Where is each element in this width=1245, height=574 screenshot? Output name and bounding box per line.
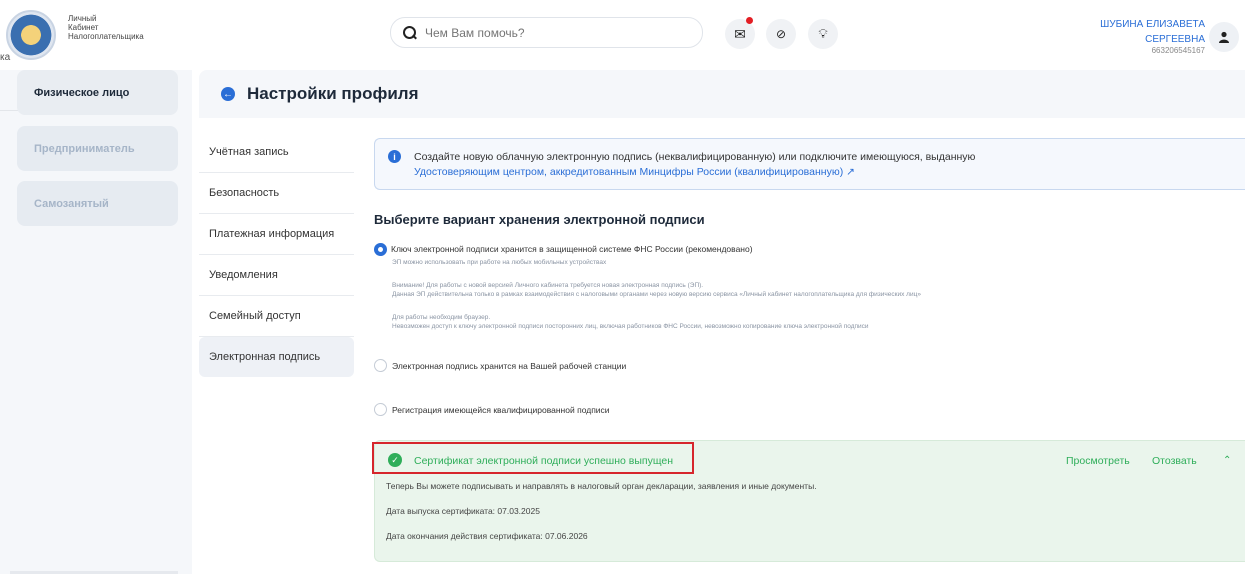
role-individual[interactable]: Физическое лицо (17, 70, 178, 115)
external-link-icon[interactable]: ↗ (846, 166, 855, 178)
menu-item-label: Семейный доступ (209, 310, 301, 322)
page-header: ← Настройки профиля (199, 70, 1245, 118)
role-label: Физическое лицо (34, 86, 130, 99)
messages-button[interactable]: ✉ (725, 17, 755, 49)
settings-menu: Учётная запись Безопасность Платежная ин… (199, 132, 354, 377)
certificate-expiry-date: Дата окончания действия сертификата: 07.… (386, 531, 588, 541)
certificate-description: Теперь Вы можете подписывать и направлят… (386, 481, 817, 491)
menu-item-security[interactable]: Безопасность (199, 173, 354, 214)
certificate-issue-date: Дата выпуска сертификата: 07.03.2025 (386, 506, 540, 516)
menu-item-notifications[interactable]: Уведомления (199, 255, 354, 296)
info-text: Создайте новую облачную электронную подп… (414, 150, 975, 180)
lightbulb-icon: 💡︎ (818, 26, 828, 41)
radio-fns-storage[interactable] (374, 243, 387, 256)
option-note: Данная ЭП действительна только в рамках … (392, 291, 921, 298)
radio-workstation-storage[interactable] (374, 359, 387, 372)
info-icon: i (388, 150, 401, 163)
role-entrepreneur[interactable]: Предприниматель (17, 126, 178, 171)
option-label: Электронная подпись хранится на Вашей ра… (392, 361, 627, 371)
info-banner: i Создайте новую облачную электронную по… (374, 138, 1245, 190)
user-inn: 663206545167 (1151, 46, 1205, 55)
option-note: Для работы необходим браузер. (392, 314, 491, 321)
revoke-certificate-button[interactable]: Отозвать (1152, 455, 1197, 467)
user-name-line2: СЕРГЕЕВНА (1145, 34, 1205, 45)
brand-line-2: Кабинет (68, 23, 99, 32)
option-note: Внимание! Для работы с новой версией Лич… (392, 282, 704, 289)
chevron-up-icon[interactable]: ⌃ (1223, 455, 1231, 466)
menu-item-account[interactable]: Учётная запись (199, 132, 354, 173)
accredited-ca-link[interactable]: Удостоверяющим центром, аккредитованным … (414, 166, 843, 178)
clipped-text: ка (0, 52, 11, 63)
info-message: Создайте новую облачную электронную подп… (414, 151, 976, 163)
search-box[interactable] (390, 17, 703, 48)
eye-off-icon: ⊘ (775, 27, 787, 41)
search-input[interactable] (425, 25, 685, 40)
menu-item-label: Электронная подпись (209, 351, 321, 363)
menu-item-family-access[interactable]: Семейный доступ (199, 296, 354, 337)
brand-name[interactable]: Личный Кабинет Налогоплательщика (68, 14, 144, 41)
menu-item-label: Безопасность (209, 187, 280, 199)
menu-item-label: Платежная информация (209, 228, 335, 240)
user-info[interactable]: ШУБИНА ЕЛИЗАВЕТА СЕРГЕЕВНА 663206545167 (1100, 19, 1205, 56)
role-self-employed[interactable]: Самозанятый (17, 181, 178, 226)
option-label: Ключ электронной подписи хранится в защи… (391, 244, 753, 254)
role-label: Предприниматель (34, 142, 135, 155)
notification-dot (746, 17, 753, 24)
menu-item-label: Уведомления (209, 269, 278, 281)
visually-impaired-button[interactable]: ⊘ (766, 19, 796, 49)
search-icon (403, 25, 417, 40)
user-avatar-button[interactable] (1209, 22, 1239, 52)
option-note: ЭП можно использовать при работе на любы… (392, 259, 607, 266)
option-note: Невозможен доступ к ключу электронной по… (392, 323, 869, 330)
page-title: Настройки профиля (247, 84, 419, 103)
menu-item-label: Учётная запись (209, 146, 289, 158)
certificate-status: Сертификат электронной подписи успешно в… (414, 455, 673, 467)
back-arrow-icon[interactable]: ← (221, 87, 235, 101)
menu-item-e-signature[interactable]: Электронная подпись (199, 337, 354, 377)
section-title: Выберите вариант хранения электронной по… (374, 212, 705, 227)
role-label: Самозанятый (34, 197, 109, 210)
user-name-line1: ШУБИНА ЕЛИЗАВЕТА (1100, 19, 1205, 30)
radio-register-qualified[interactable] (374, 403, 387, 416)
envelope-icon: ✉ (734, 25, 746, 42)
brand-line-3: Налогоплательщика (68, 32, 144, 41)
check-circle-icon: ✓ (388, 453, 402, 467)
view-certificate-button[interactable]: Просмотреть (1066, 455, 1130, 467)
fns-logo[interactable] (6, 10, 56, 60)
user-icon (1219, 31, 1229, 43)
help-button[interactable]: 💡︎ (808, 19, 838, 49)
menu-item-payment[interactable]: Платежная информация (199, 214, 354, 255)
brand-line-1: Личный (68, 14, 97, 23)
option-label: Регистрация имеющейся квалифицированной … (392, 405, 610, 415)
top-header: ка Личный Кабинет Налогоплательщика ✉ ⊘ … (0, 0, 1245, 70)
